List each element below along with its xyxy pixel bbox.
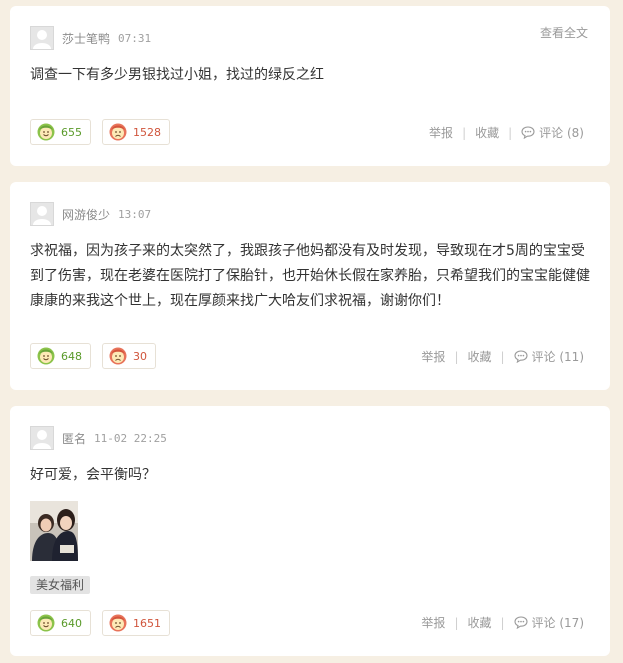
downvote-button[interactable]: 30 bbox=[102, 343, 156, 369]
smile-face-icon bbox=[37, 123, 55, 141]
default-avatar-icon[interactable] bbox=[30, 202, 54, 226]
post-time: 07:31 bbox=[118, 31, 152, 45]
favorite-link[interactable]: 收藏 bbox=[475, 124, 499, 141]
upvote-button[interactable]: 648 bbox=[30, 343, 91, 369]
separator: | bbox=[500, 615, 505, 630]
upvote-count: 648 bbox=[61, 349, 82, 363]
comment-bubble-icon bbox=[513, 350, 528, 363]
post-time: 13:07 bbox=[118, 207, 152, 221]
post-content: 求祝福，因为孩子来的太突然了，我跟孩子他妈都没有及时发现，导致现在才5周的宝宝受… bbox=[30, 243, 590, 309]
upvote-button[interactable]: 640 bbox=[30, 610, 91, 636]
separator: | bbox=[454, 349, 459, 364]
frown-face-icon bbox=[109, 614, 127, 632]
comment-label: 评论 (17) bbox=[531, 616, 584, 630]
downvote-count: 1528 bbox=[133, 125, 161, 139]
separator: | bbox=[508, 125, 513, 140]
upvote-count: 655 bbox=[61, 125, 82, 139]
downvote-button[interactable]: 1528 bbox=[102, 119, 170, 145]
downvote-count: 1651 bbox=[133, 616, 161, 630]
favorite-link[interactable]: 收藏 bbox=[467, 614, 491, 631]
comment-label: 评论 (8) bbox=[539, 126, 584, 140]
comment-link[interactable]: 评论 (11) bbox=[513, 348, 584, 365]
report-link[interactable]: 举报 bbox=[421, 348, 445, 365]
post-actions: 举报 | 收藏 | 评论 (17) bbox=[421, 614, 584, 631]
default-avatar-icon[interactable] bbox=[30, 26, 54, 50]
separator: | bbox=[462, 125, 467, 140]
username[interactable]: 网游俊少 bbox=[62, 206, 110, 223]
post-header: 匿名 11-02 22:25 bbox=[30, 426, 167, 450]
post-card: 网游俊少 13:07 求祝福，因为孩子来的太突然了，我跟孩子他妈都没有及时发现，… bbox=[10, 182, 610, 390]
username[interactable]: 莎士笔鸭 bbox=[62, 30, 110, 47]
post-actions: 举报 | 收藏 | 评论 (11) bbox=[421, 348, 584, 365]
post-content: 调查一下有多少男银找过小姐，找过的绿反之红 bbox=[30, 67, 324, 83]
post-card: 莎士笔鸭 07:31 查看全文 调查一下有多少男银找过小姐，找过的绿反之红 65… bbox=[10, 6, 610, 166]
report-link[interactable]: 举报 bbox=[421, 614, 445, 631]
comment-label: 评论 (11) bbox=[531, 350, 584, 364]
separator: | bbox=[500, 349, 505, 364]
comment-link[interactable]: 评论 (17) bbox=[513, 614, 584, 631]
upvote-count: 640 bbox=[61, 616, 82, 630]
post-actions: 举报 | 收藏 | 评论 (8) bbox=[429, 124, 584, 141]
report-link[interactable]: 举报 bbox=[429, 124, 453, 141]
smile-face-icon bbox=[37, 347, 55, 365]
downvote-button[interactable]: 1651 bbox=[102, 610, 170, 636]
username[interactable]: 匿名 bbox=[62, 430, 86, 447]
default-avatar-icon[interactable] bbox=[30, 426, 54, 450]
downvote-count: 30 bbox=[133, 349, 147, 363]
separator: | bbox=[454, 615, 459, 630]
post-tag[interactable]: 美女福利 bbox=[30, 576, 91, 594]
view-full-text-link[interactable]: 查看全文 bbox=[540, 24, 588, 41]
post-header: 莎士笔鸭 07:31 bbox=[30, 26, 151, 50]
post-content: 好可爱，会平衡吗？ bbox=[30, 467, 156, 483]
favorite-link[interactable]: 收藏 bbox=[467, 348, 491, 365]
smile-face-icon bbox=[37, 614, 55, 632]
post-feed: 莎士笔鸭 07:31 查看全文 调查一下有多少男银找过小姐，找过的绿反之红 65… bbox=[0, 0, 623, 663]
post-time: 11-02 22:25 bbox=[94, 431, 167, 445]
comment-bubble-icon bbox=[513, 616, 528, 629]
comment-bubble-icon bbox=[521, 126, 535, 139]
comment-link[interactable]: 评论 (8) bbox=[521, 124, 584, 141]
post-card: 匿名 11-02 22:25 好可爱，会平衡吗？ 美女福利 640 1651 举… bbox=[10, 406, 610, 656]
upvote-button[interactable]: 655 bbox=[30, 119, 91, 145]
post-image-thumbnail[interactable] bbox=[30, 501, 78, 561]
post-header: 网游俊少 13:07 bbox=[30, 202, 151, 226]
frown-face-icon bbox=[109, 123, 127, 141]
frown-face-icon bbox=[109, 347, 127, 365]
